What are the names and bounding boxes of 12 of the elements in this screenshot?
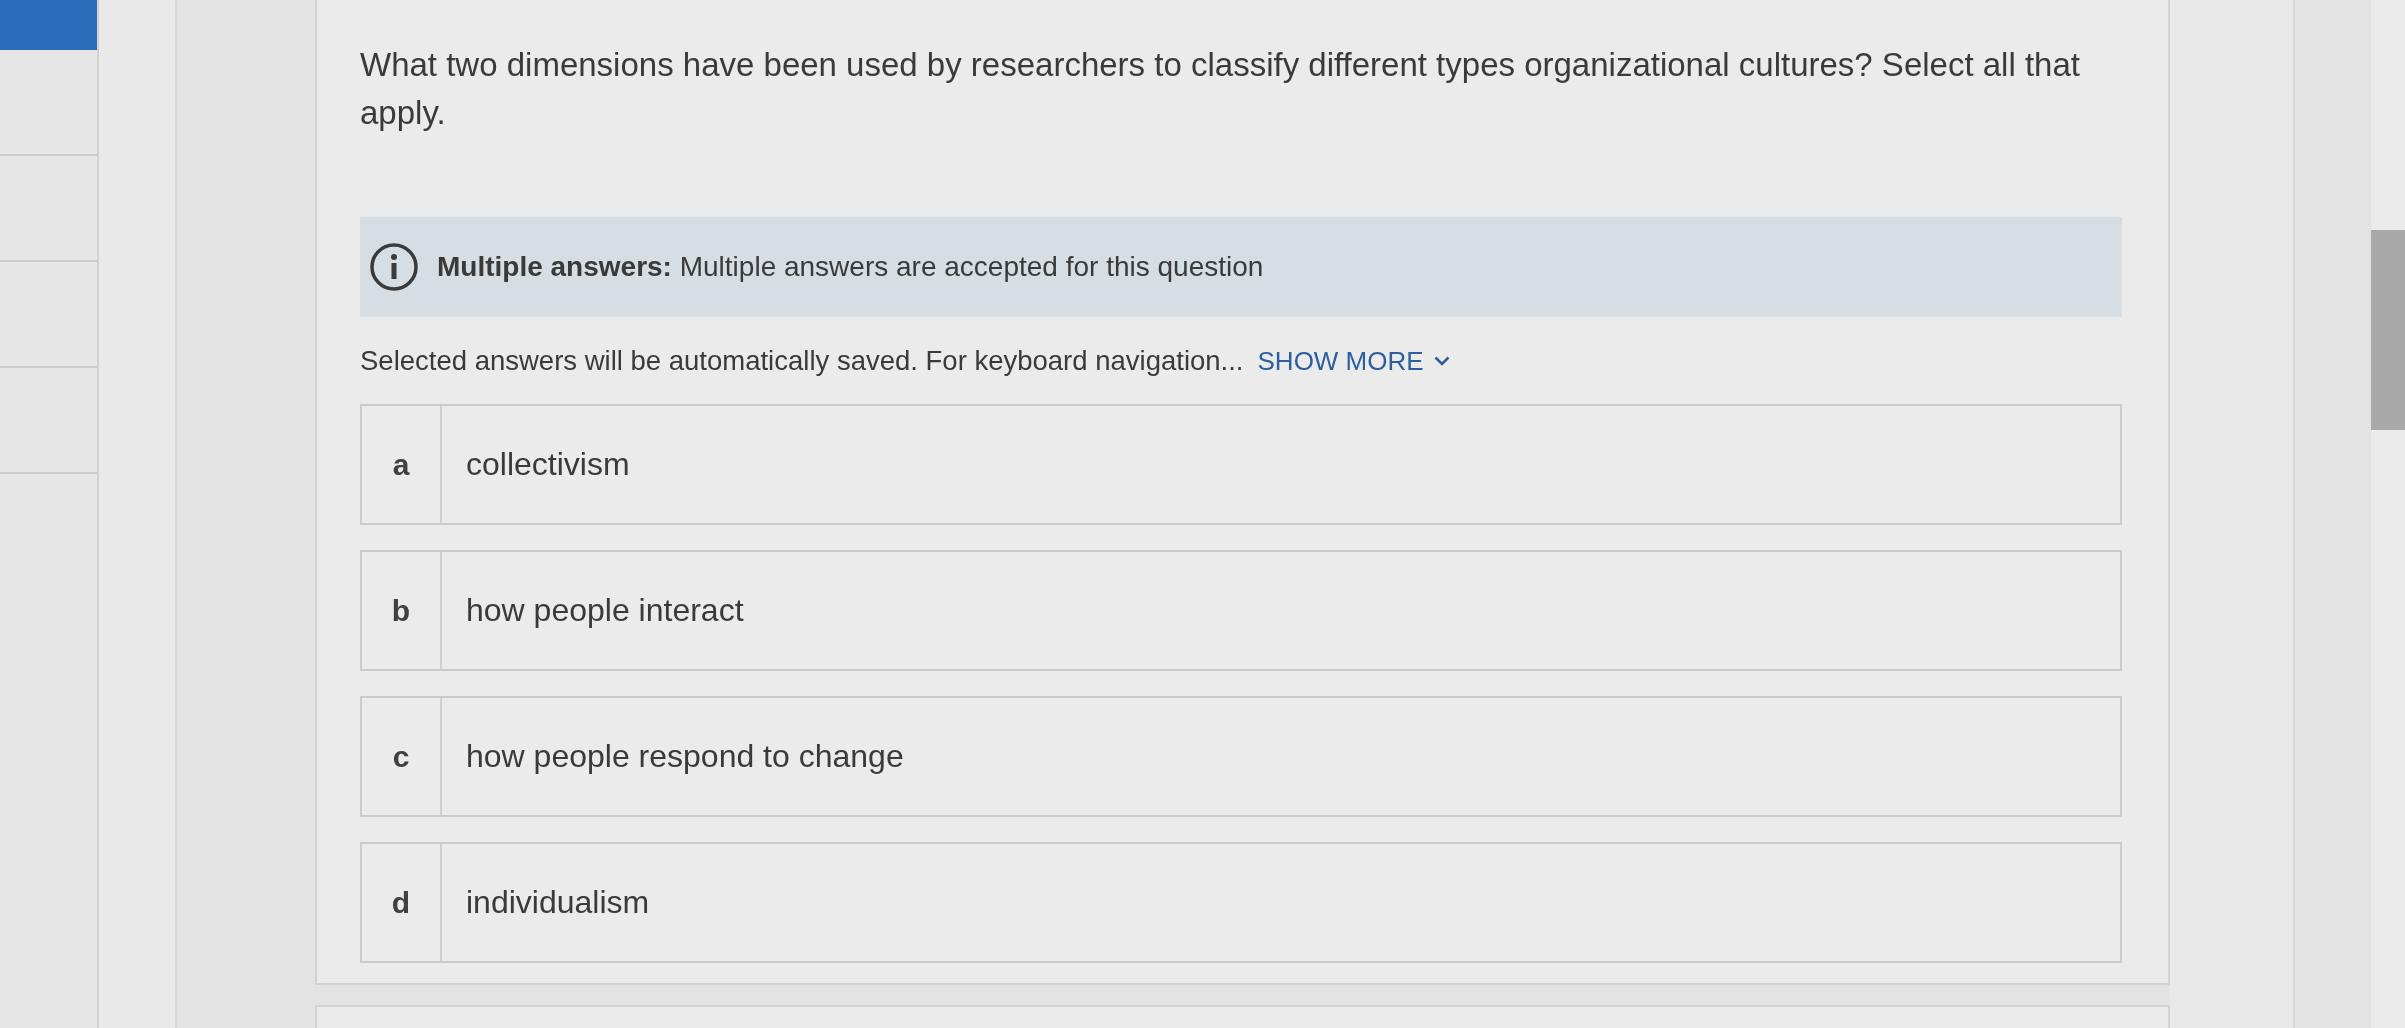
scrollbar-thumb[interactable]: [2371, 230, 2405, 430]
sidebar-item[interactable]: [0, 0, 97, 50]
answer-option[interactable]: a collectivism: [360, 404, 2122, 525]
show-more-button[interactable]: SHOW MORE: [1257, 344, 1450, 378]
notice-text: Multiple answers: Multiple answers are accepted for this question: [437, 251, 1264, 283]
answer-option[interactable]: b how people interact: [360, 550, 2122, 671]
info-icon: [370, 243, 418, 291]
instructions-text: Selected answers will be automatically saved. For keyboard navigation...: [360, 344, 1244, 378]
question-text: What two dimensions have been used by researchers to classify different types organizational cultures? Select all that apply.: [360, 45, 2081, 133]
answer-option[interactable]: d individualism: [360, 842, 2122, 963]
answer-option[interactable]: c how people respond to change: [360, 696, 2122, 817]
chevron-icon: [1433, 356, 1450, 366]
